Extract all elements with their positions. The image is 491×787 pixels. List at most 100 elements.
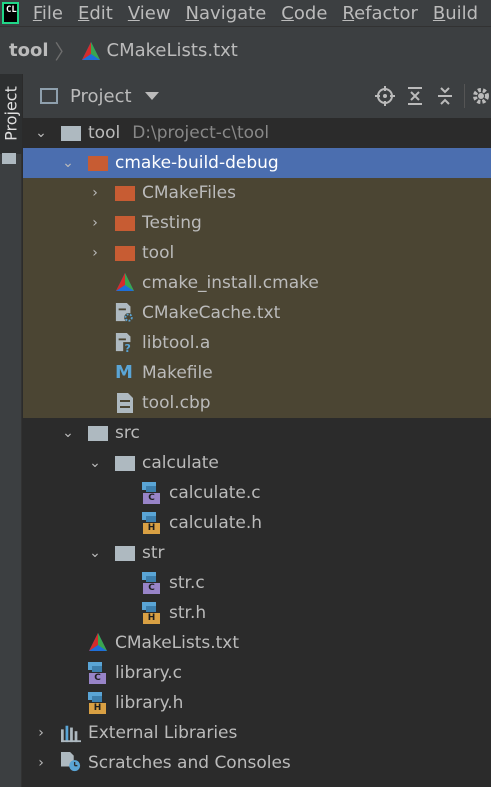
tree-node-file[interactable]: ? libtool.a — [23, 328, 491, 358]
tree-node-file[interactable]: C str.c — [23, 568, 491, 598]
project-path: D:\project-c\tool — [132, 123, 270, 143]
menu-refactor[interactable]: Refactor — [342, 3, 418, 24]
folder-icon — [61, 126, 81, 141]
tree-node-folder[interactable]: › tool — [23, 238, 491, 268]
tree-node-folder[interactable]: › CMakeFiles — [23, 178, 491, 208]
c-source-file-icon: C — [142, 482, 160, 504]
tree-node-folder[interactable]: ⌄ src — [23, 418, 491, 448]
chevron-right-icon[interactable]: › — [34, 726, 48, 740]
text-file-icon — [117, 393, 133, 413]
menu-navigate[interactable]: Navigate — [186, 3, 267, 24]
gear-icon[interactable] — [471, 74, 491, 118]
left-tool-strip: Project — [0, 74, 22, 787]
chevron-down-icon[interactable]: ⌄ — [88, 456, 102, 470]
menu-build[interactable]: Build — [433, 3, 478, 24]
tree-node-label: library.c — [115, 663, 183, 683]
c-header-file-icon: H — [142, 602, 160, 624]
tree-node-label: Testing — [142, 213, 202, 233]
c-source-file-icon: C — [142, 572, 160, 594]
menu-edit[interactable]: Edit — [78, 3, 113, 24]
tree-node-folder[interactable]: ⌄ str — [23, 538, 491, 568]
breadcrumb-file[interactable]: CMakeLists.txt — [107, 40, 238, 61]
c-header-file-icon: H — [88, 692, 106, 714]
project-tool-tab[interactable]: Project — [0, 74, 22, 154]
chevron-right-icon[interactable]: › — [34, 756, 48, 770]
excluded-folder-icon — [115, 246, 135, 261]
chevron-right-icon: 〉 — [54, 40, 75, 64]
settings-file-icon — [115, 303, 134, 323]
project-tree: ⌄ tool D:\project-c\tool ⌄ cmake-build-de… — [23, 118, 491, 787]
chevron-down-icon[interactable] — [144, 92, 159, 100]
chevron-right-icon[interactable]: › — [88, 216, 102, 230]
tree-node-file[interactable]: tool.cbp — [23, 388, 491, 418]
menu-code[interactable]: Code — [281, 3, 327, 24]
project-tab-label: Project — [1, 86, 21, 141]
tree-node-label: str.h — [169, 603, 207, 623]
tree-node-label: calculate.h — [169, 513, 263, 533]
tree-node-label: tool.cbp — [142, 393, 211, 413]
cmake-icon — [81, 41, 100, 60]
tree-node-file[interactable]: M Makefile — [23, 358, 491, 388]
collapse-all-icon[interactable] — [430, 74, 460, 118]
excluded-folder-icon — [115, 186, 135, 201]
toolbar-divider — [464, 84, 465, 108]
tree-node-label: libtool.a — [142, 333, 211, 353]
tree-node-file[interactable]: cmake_install.cmake — [23, 268, 491, 298]
tree-node-label: Makefile — [142, 363, 213, 383]
tree-node-label: External Libraries — [88, 723, 238, 743]
tree-node-label: calculate — [142, 453, 219, 473]
makefile-icon: M — [115, 362, 133, 383]
tree-node-label: calculate.c — [169, 483, 261, 503]
tree-node-label: Scratches and Consoles — [88, 753, 291, 773]
breadcrumb-project[interactable]: tool — [9, 40, 49, 61]
project-view-icon — [40, 88, 58, 104]
locate-icon[interactable] — [370, 74, 400, 118]
tree-node-file[interactable]: H calculate.h — [23, 508, 491, 538]
clion-logo-icon[interactable]: CL — [2, 2, 19, 24]
tool-window-actions — [370, 74, 491, 118]
cmake-icon — [116, 273, 134, 291]
folder-icon — [88, 426, 108, 441]
tree-node-scratches[interactable]: › Scratches and Consoles — [23, 748, 491, 778]
tree-node-file[interactable]: H library.h — [23, 688, 491, 718]
tree-node-label: CMakeFiles — [142, 183, 236, 203]
c-source-file-icon: C — [88, 662, 106, 684]
tree-node-label: CMakeCache.txt — [142, 303, 281, 323]
chevron-down-icon[interactable]: ⌄ — [34, 126, 48, 140]
cmake-icon — [89, 633, 107, 651]
tree-node-file[interactable]: H str.h — [23, 598, 491, 628]
tree-node-label: str — [142, 543, 165, 563]
excluded-folder-icon — [88, 156, 108, 171]
chevron-down-icon[interactable]: ⌄ — [61, 426, 75, 440]
menu-file[interactable]: File — [33, 3, 63, 24]
menu-bar: CL File Edit View Navigate Code Refactor… — [0, 0, 491, 26]
tree-node-label: src — [115, 423, 140, 443]
menu-view[interactable]: View — [128, 3, 171, 24]
tree-node-external-libraries[interactable]: › External Libraries — [23, 718, 491, 748]
svg-text:?: ? — [125, 342, 131, 353]
tree-node-folder[interactable]: › Testing — [23, 208, 491, 238]
scratches-icon — [61, 752, 81, 772]
folder-icon — [2, 153, 16, 164]
tree-node-folder[interactable]: ⌄ cmake-build-debug — [23, 148, 491, 178]
tree-node-label: CMakeLists.txt — [115, 633, 240, 653]
excluded-folder-icon — [115, 216, 135, 231]
tree-node-label: tool — [88, 123, 121, 143]
expand-all-icon[interactable] — [400, 74, 430, 118]
tree-node-file[interactable]: C library.c — [23, 658, 491, 688]
chevron-right-icon[interactable]: › — [88, 186, 102, 200]
tree-node-project-root[interactable]: ⌄ tool D:\project-c\tool — [23, 118, 491, 148]
tree-node-label: library.h — [115, 693, 184, 713]
folder-icon — [115, 546, 135, 561]
tree-node-file[interactable]: CMakeLists.txt — [23, 628, 491, 658]
view-selector-label[interactable]: Project — [70, 86, 132, 107]
tree-node-file[interactable]: C calculate.c — [23, 478, 491, 508]
libraries-icon — [61, 725, 81, 743]
chevron-down-icon[interactable]: ⌄ — [61, 156, 75, 170]
folder-icon — [115, 456, 135, 471]
tree-node-file[interactable]: CMakeCache.txt — [23, 298, 491, 328]
tree-node-label: cmake-build-debug — [115, 153, 279, 173]
tree-node-folder[interactable]: ⌄ calculate — [23, 448, 491, 478]
chevron-down-icon[interactable]: ⌄ — [88, 546, 102, 560]
chevron-right-icon[interactable]: › — [88, 246, 102, 260]
